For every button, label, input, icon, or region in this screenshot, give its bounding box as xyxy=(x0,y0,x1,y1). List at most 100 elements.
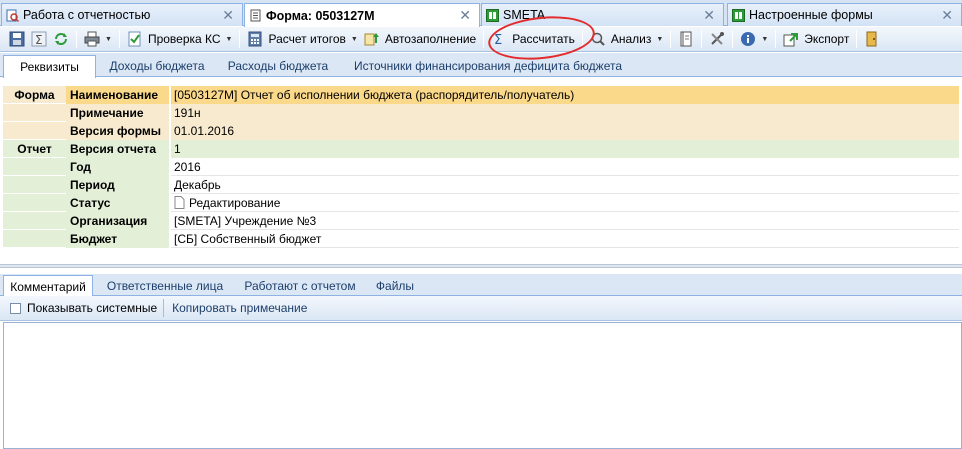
print-button[interactable]: ▼ xyxy=(81,28,115,50)
smeta-grid-icon xyxy=(486,8,499,22)
status-value: Редактирование xyxy=(189,195,281,210)
property-value[interactable]: 1 xyxy=(171,140,959,158)
property-row[interactable]: Период Декабрь xyxy=(0,176,962,194)
autofill-button[interactable]: Автозаполнение xyxy=(361,28,479,50)
save-icon xyxy=(9,31,25,47)
chevron-down-icon: ▼ xyxy=(761,35,769,43)
property-value[interactable]: [SMETA] Учреждение №3 xyxy=(171,212,959,230)
tab-reporting[interactable]: Работа с отчетностью ✕ xyxy=(1,3,243,26)
toolbar-separator xyxy=(76,30,77,48)
export-icon xyxy=(783,31,799,47)
tab-configured-forms-label: Настроенные формы xyxy=(749,8,873,22)
notes-button[interactable] xyxy=(675,28,697,50)
tab-configured-forms[interactable]: Настроенные формы ✕ xyxy=(727,3,962,26)
bottom-tabs: Комментарий Ответственные лица Работают … xyxy=(0,274,962,297)
autofill-label: Автозаполнение xyxy=(384,32,477,46)
analysis-button[interactable]: Анализ ▼ xyxy=(587,28,666,50)
toolbar-separator xyxy=(856,30,858,48)
report-search-icon xyxy=(6,9,20,22)
close-icon[interactable]: ✕ xyxy=(703,7,715,24)
tab-responsible-persons-label: Ответственные лица xyxy=(106,278,224,293)
property-row[interactable]: Организация [SMETA] Учреждение №3 xyxy=(0,212,962,230)
tools-icon xyxy=(709,31,725,47)
calc-totals-label: Расчет итогов xyxy=(268,32,346,46)
property-name: Версия формы xyxy=(66,122,170,140)
check-ks-label: Проверка КС xyxy=(147,32,221,46)
printer-icon xyxy=(84,31,100,47)
property-row[interactable]: Версия отчета 1 xyxy=(0,140,962,158)
tab-requisites-label: Реквизиты xyxy=(20,60,79,74)
property-row[interactable]: Примечание 191н xyxy=(0,104,962,122)
form-document-icon xyxy=(249,9,262,22)
info-button[interactable]: ▼ xyxy=(737,28,771,50)
property-value[interactable]: Декабрь xyxy=(171,176,959,194)
toolbar-separator xyxy=(118,30,120,48)
bottom-panel: Комментарий Ответственные лица Работают … xyxy=(0,264,962,449)
comment-textarea[interactable] xyxy=(3,322,962,449)
property-row[interactable]: Статус Редактирование xyxy=(0,194,962,212)
tab-deficit-financing[interactable]: Источники финансирования дефицита бюджет… xyxy=(342,55,634,77)
tab-working-with-report-label: Работают с отчетом xyxy=(244,278,356,293)
property-row[interactable]: Наименование [0503127М] Отчет об исполне… xyxy=(0,86,962,104)
close-icon[interactable]: ✕ xyxy=(459,7,471,24)
property-name: Статус xyxy=(66,194,170,212)
toolbar-separator xyxy=(670,30,672,48)
tab-working-with-report[interactable]: Работают с отчетом xyxy=(236,275,364,296)
autofill-icon xyxy=(364,31,380,47)
check-ks-button[interactable]: Проверка КС ▼ xyxy=(124,28,236,50)
save-button[interactable] xyxy=(6,28,28,50)
property-name: Примечание xyxy=(66,104,170,122)
show-system-label: Показывать системные xyxy=(27,301,158,315)
export-button[interactable]: Экспорт xyxy=(780,28,852,50)
export-label: Экспорт xyxy=(804,32,850,46)
chevron-down-icon: ▼ xyxy=(350,35,358,43)
chevron-down-icon: ▼ xyxy=(656,35,664,43)
property-value[interactable]: 2016 xyxy=(171,158,959,176)
form-section-tabs: Реквизиты Доходы бюджета Расходы бюджета… xyxy=(0,53,962,78)
notebook-icon xyxy=(678,31,694,47)
toolbar-separator xyxy=(775,30,777,48)
calculator-icon xyxy=(247,31,263,47)
exit-door-icon xyxy=(864,31,880,47)
smeta-grid-icon xyxy=(732,8,745,22)
tab-responsible-persons[interactable]: Ответственные лица xyxy=(97,275,233,296)
tab-comment[interactable]: Комментарий xyxy=(3,275,93,297)
close-icon[interactable]: ✕ xyxy=(941,7,953,24)
copy-note-button[interactable]: Копировать примечание xyxy=(172,301,307,315)
toolbar-separator xyxy=(701,30,703,48)
refresh-icon xyxy=(53,31,69,47)
tab-requisites[interactable]: Реквизиты xyxy=(3,55,96,78)
property-value[interactable]: 01.01.2016 xyxy=(171,122,959,140)
refresh-button[interactable] xyxy=(50,28,72,50)
tools-button[interactable] xyxy=(706,28,728,50)
toolbar-separator xyxy=(483,30,485,48)
property-value[interactable]: [СБ] Собственный бюджет xyxy=(171,230,959,248)
property-name: Год xyxy=(66,158,170,176)
sum-icon: Σ xyxy=(31,31,47,47)
calc-totals-button[interactable]: Расчет итогов ▼ xyxy=(244,28,360,50)
toolbar-separator xyxy=(163,299,165,317)
property-row[interactable]: Бюджет [СБ] Собственный бюджет xyxy=(0,230,962,248)
tab-form-label: Форма: 0503127М xyxy=(266,8,375,23)
property-value[interactable]: 191н xyxy=(171,104,959,122)
property-name: Бюджет xyxy=(66,230,170,248)
document-icon xyxy=(174,196,185,209)
property-value[interactable]: [0503127М] Отчет об исполнении бюджета (… xyxy=(171,86,959,104)
tab-budget-income[interactable]: Доходы бюджета xyxy=(100,55,214,77)
property-row[interactable]: Год 2016 xyxy=(0,158,962,176)
tab-form-0503127m[interactable]: Форма: 0503127М ✕ xyxy=(244,3,480,27)
close-icon[interactable]: ✕ xyxy=(222,7,234,24)
property-name: Организация xyxy=(66,212,170,230)
tab-comment-label: Комментарий xyxy=(10,279,86,294)
analysis-label: Анализ xyxy=(610,32,652,46)
comment-toolbar: Показывать системные Копировать примечан… xyxy=(0,296,962,321)
tab-budget-expenses[interactable]: Расходы бюджета xyxy=(218,55,338,77)
property-row[interactable]: Версия формы 01.01.2016 xyxy=(0,122,962,140)
toolbar-separator xyxy=(732,30,734,48)
chevron-down-icon: ▼ xyxy=(225,35,233,43)
sum-button[interactable]: Σ xyxy=(28,28,50,50)
show-system-checkbox[interactable] xyxy=(10,302,21,314)
close-form-button[interactable] xyxy=(861,28,883,50)
tab-files[interactable]: Файлы xyxy=(368,275,422,296)
property-value-status[interactable]: Редактирование xyxy=(171,194,959,212)
